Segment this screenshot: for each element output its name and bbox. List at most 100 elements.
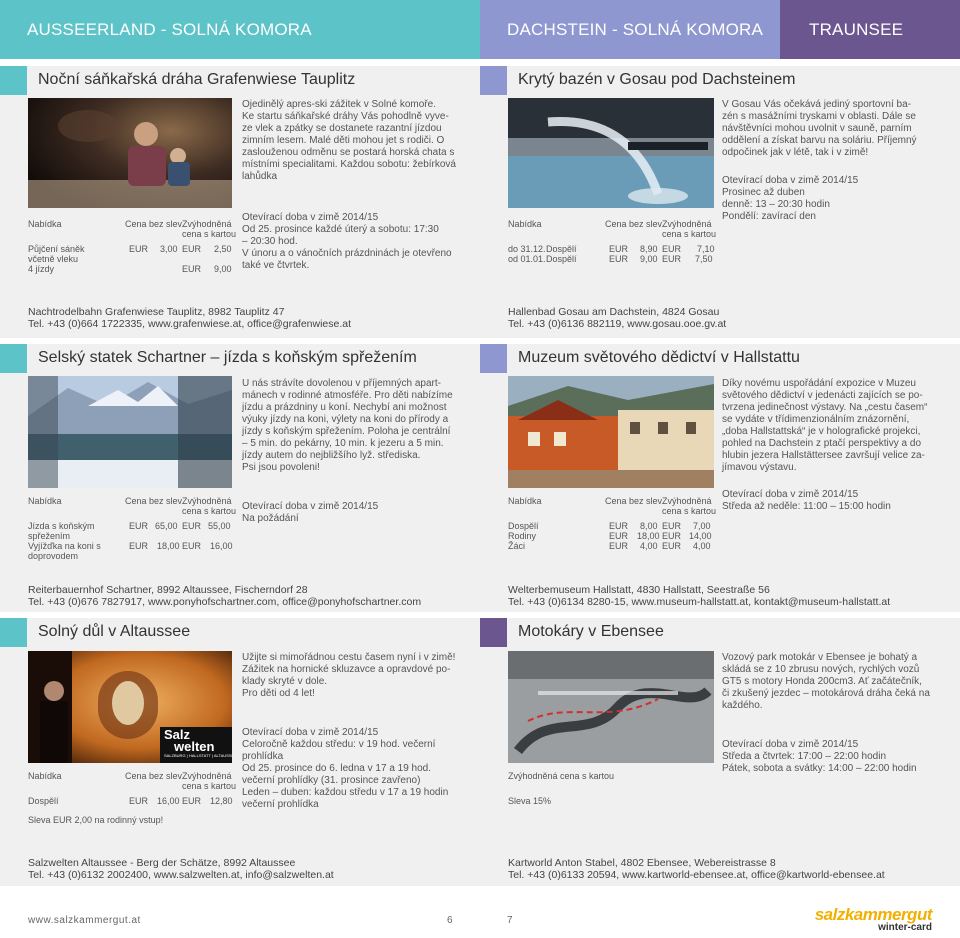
price-cell: 9,00 (640, 254, 658, 264)
section-bar (0, 66, 27, 95)
region-title: AUSSEERLAND - SOLNÁ KOMORA (27, 19, 312, 39)
photo-karting (508, 651, 714, 763)
logo-sub-text: winter-card (878, 922, 932, 933)
page-number-right: 7 (507, 915, 513, 926)
card-price-cell: EUR (182, 796, 202, 806)
col-header-card-price: Zvýhodněná cena s kartou (182, 496, 237, 516)
col-header-card-price: Zvýhodněná cena s kartou (662, 219, 717, 239)
price-cell: 3,00 (160, 244, 178, 254)
section-bar (480, 66, 507, 95)
row-label: Vyjížďka na koni s doprovodem (28, 541, 101, 561)
row-label: Dospělí (546, 244, 577, 254)
section-title: Selský statek Schartner – jízda s koňský… (38, 349, 417, 366)
salzkammergut-logo: salzkammergut winter-card (815, 906, 933, 933)
photo-sledding (28, 98, 232, 208)
opening-hours: Otevírací doba v zimě 2014/15 Celoročně k… (242, 727, 449, 810)
col-header-card-price: Zvýhodněná cena s kartou (182, 771, 237, 791)
price-cell: 18,00 (157, 541, 180, 551)
website-link[interactable]: www.salzkammergut.at (28, 915, 141, 926)
logo-subtext: SALZBURG | HALLSTATT | ALTAUSSEE (164, 753, 232, 758)
price-cell: 18,00 (637, 531, 660, 541)
col-header-price: Cena bez slev (605, 496, 663, 506)
card-price-cell: 12,80 (210, 796, 233, 806)
row-label: Dospělí (508, 521, 539, 531)
region-header-traunsee: TRAUNSEE (780, 0, 960, 59)
address: Hallenbad Gosau am Dachstein, 4824 Gosau (508, 306, 720, 318)
page-number-left: 6 (447, 915, 453, 926)
section-description: Vozový park motokár v Ebensee je bohatý … (722, 652, 930, 711)
col-header-offer: Nabídka (28, 496, 62, 506)
section-title: Noční sáňkařská dráha Grafenwiese Taupli… (38, 71, 356, 88)
region-header-dachstein: DACHSTEIN - SOLNÁ KOMORA (480, 0, 780, 59)
col-header-card-price: Zvýhodněná cena s kartou (182, 219, 237, 239)
contact: Tel. +43 (0)6136 882119, www.gosau.ooe.g… (508, 318, 727, 330)
section-description: Ojedinělý apres-ski zážitek v Solné komo… (242, 99, 456, 182)
row-label: Dospělí (28, 796, 59, 806)
card-price-cell: 55,00 (208, 521, 231, 531)
section-title: Muzeum světového dědictví v Hallstattu (518, 349, 800, 366)
contact: Tel. +43 (0)6134 8280-15, www.museum-hal… (508, 596, 891, 608)
region-title: TRAUNSEE (809, 19, 904, 39)
col-header-card-price: Zvýhodněná cena s kartou (662, 496, 717, 516)
section-bar (480, 618, 507, 647)
card-price-cell: 7,50 (695, 254, 713, 264)
col-header-offer: Nabídka (28, 771, 62, 781)
opening-hours: Otevírací doba v zimě 2014/15 Na požádání (242, 501, 379, 524)
card-price-cell: EUR (662, 521, 682, 531)
card-price-cell: 7,00 (693, 521, 711, 531)
address: Salzwelten Altaussee - Berg der Schätze,… (28, 857, 296, 869)
address: Reiterbauernhof Schartner, 8992 Altausse… (28, 584, 308, 596)
col-header-price: Cena bez slev (125, 496, 183, 506)
contact: Tel. +43 (0)6133 20594, www.kartworld-eb… (508, 869, 885, 881)
price-cell: EUR (129, 521, 149, 531)
row-label: Dospělí (546, 254, 577, 264)
contact: Tel. +43 (0)664 1722335, www.grafenwiese… (28, 318, 352, 330)
row-date: od 01.01. (508, 254, 546, 264)
opening-hours: Otevírací doba v zimě 2014/15 Od 25. pros… (242, 212, 452, 271)
card-price-cell: EUR (182, 521, 202, 531)
row-date: do 31.12. (508, 244, 546, 254)
section-bar (0, 344, 27, 373)
region-title: DACHSTEIN - SOLNÁ KOMORA (507, 19, 764, 39)
opening-hours: Otevírací doba v zimě 2014/15 Středa až n… (722, 489, 891, 512)
card-price-cell: 2,50 (214, 244, 232, 254)
col-header-price: Cena bez slev (125, 219, 183, 229)
section-title: Krytý bazén v Gosau pod Dachsteinem (518, 71, 796, 88)
col-header-offer: Nabídka (508, 496, 542, 506)
card-price-cell: EUR (182, 244, 202, 254)
address: Kartworld Anton Stabel, 4802 Ebensee, We… (508, 857, 776, 869)
card-price-cell: 7,10 (697, 244, 715, 254)
row-label: Jízda s koňským spřežením (28, 521, 95, 541)
row-label: Rodiny (508, 531, 537, 541)
salzwelten-logo: Salz welten SALZBURG | HALLSTATT | ALTAU… (160, 727, 232, 763)
price-cell: EUR (609, 254, 629, 264)
price-cell: 8,00 (640, 521, 658, 531)
opening-hours: Otevírací doba v zimě 2014/15 Středa a čt… (722, 739, 917, 774)
col-header-price: Cena bez slev (605, 219, 663, 229)
region-header-ausseerland: AUSSEERLAND - SOLNÁ KOMORA (0, 0, 480, 59)
address: Nachtrodelbahn Grafenwiese Tauplitz, 898… (28, 306, 285, 318)
section-title: Solný důl v Altaussee (38, 623, 191, 640)
opening-hours: Otevírací doba v zimě 2014/15 Prosinec až… (722, 175, 859, 222)
contact: Tel. +43 (0)676 7827917, www.ponyhofscha… (28, 596, 422, 608)
card-price-cell: EUR (662, 244, 682, 254)
discount-note: Sleva EUR 2,00 na rodinný vstup! (28, 815, 164, 825)
row-label: Žáci (508, 541, 526, 551)
price-cell: EUR (129, 796, 149, 806)
price-cell: 16,00 (157, 796, 180, 806)
card-price-cell: EUR (182, 264, 202, 274)
price-cell: EUR (609, 244, 629, 254)
photo-salt-mine: Salz welten SALZBURG | HALLSTATT | ALTAU… (28, 651, 232, 763)
section-description: Díky novému uspořádání expozice v Muzeu s… (722, 378, 928, 473)
address: Welterbemuseum Hallstatt, 4830 Hallstatt… (508, 584, 770, 596)
photo-indoor-pool (508, 98, 714, 208)
price-cell: 65,00 (155, 521, 178, 531)
discount-note: Sleva 15% (508, 796, 552, 806)
card-price-cell: 14,00 (689, 531, 712, 541)
section-description: U nás strávíte dovolenou v příjemných ap… (242, 378, 453, 473)
card-price-cell: EUR (662, 531, 682, 541)
card-price-cell: 9,00 (214, 264, 232, 274)
section-bar (0, 618, 27, 647)
photo-horse-sleigh (28, 376, 232, 488)
section-bar (480, 344, 507, 373)
